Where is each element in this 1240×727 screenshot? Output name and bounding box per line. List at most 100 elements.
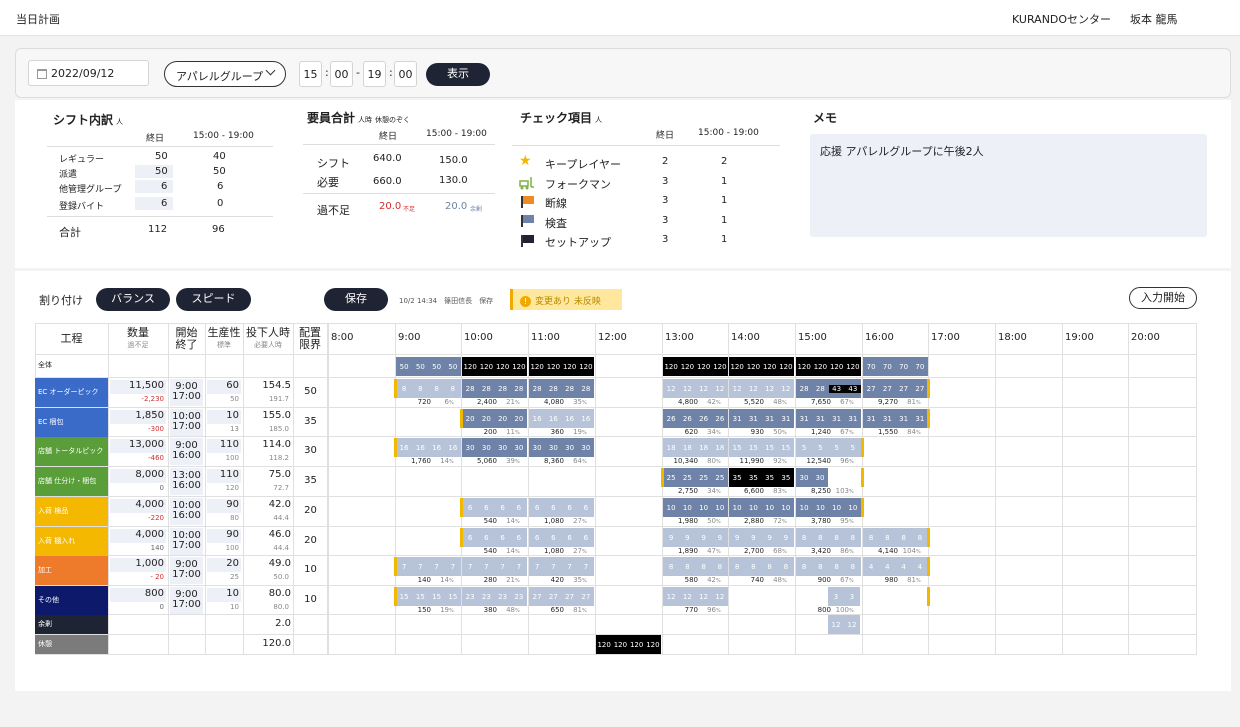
schedule-block[interactable]: 28 28 28 28: [462, 379, 527, 398]
show-button[interactable]: 表示: [426, 63, 490, 86]
schedule-block[interactable]: 8 8 8 8: [729, 557, 794, 576]
schedule-block[interactable]: 25 25 25 25: [663, 468, 728, 487]
schedule-block[interactable]: 7 7 7 7: [529, 557, 594, 576]
process-label[interactable]: EC 梱包: [35, 408, 108, 437]
end-time[interactable]: 16:00: [170, 509, 203, 523]
quantity-input[interactable]: 8,000: [110, 469, 166, 483]
schedule-block[interactable]: 15 15 15 15: [396, 587, 461, 606]
schedule-block[interactable]: 33: [828, 587, 860, 606]
schedule-block[interactable]: 6 6 6 6: [462, 498, 527, 517]
schedule-block[interactable]: 23 23 23 23: [462, 587, 527, 606]
user-name[interactable]: 坂本 龍馬: [1130, 11, 1178, 27]
quantity-input[interactable]: 1,850: [110, 410, 166, 424]
schedule-block[interactable]: 35 35 35 35: [729, 468, 794, 487]
schedule-block[interactable]: 28 28 43 43: [796, 379, 861, 398]
schedule-block[interactable]: 70 70 70 70: [863, 357, 928, 376]
schedule-block[interactable]: 16 16 16 16: [529, 409, 594, 428]
process-label[interactable]: その他: [35, 586, 108, 615]
balance-button[interactable]: バランス: [96, 288, 170, 311]
end-time[interactable]: 17:00: [170, 390, 203, 404]
quantity-input[interactable]: 4,000: [110, 499, 166, 513]
schedule-block[interactable]: 27 27 27 27: [863, 379, 928, 398]
schedule-block[interactable]: 8 8 8 8: [796, 528, 861, 547]
speed-button[interactable]: スピード: [176, 288, 251, 311]
schedule-block[interactable]: 10 10 10 10: [796, 498, 861, 517]
end-time[interactable]: 17:00: [170, 420, 203, 434]
schedule-block[interactable]: 30 30: [796, 468, 828, 487]
schedule-block[interactable]: 120 120 120 120: [462, 357, 527, 376]
schedule-block[interactable]: 120 120 120 120: [596, 635, 661, 654]
schedule-block[interactable]: 16 16 16 16: [396, 438, 461, 457]
schedule-block[interactable]: 7 7 7 7: [396, 557, 461, 576]
schedule-block[interactable]: 26 26 26 26: [663, 409, 728, 428]
date-input[interactable]: 2022/09/12: [28, 60, 149, 86]
schedule-block[interactable]: 27 27 27 27: [529, 587, 594, 606]
schedule-block[interactable]: 6 6 6 6: [462, 528, 527, 547]
end-time[interactable]: 17:00: [170, 568, 203, 582]
process-label[interactable]: EC オーダーピック: [35, 378, 108, 407]
schedule-block[interactable]: 10 10 10 10: [663, 498, 728, 517]
end-minute-input[interactable]: 00: [394, 61, 417, 87]
schedule-block[interactable]: 28 28 28 28: [529, 379, 594, 398]
productivity-input[interactable]: 90: [207, 529, 241, 543]
start-input-button[interactable]: 入力開始: [1129, 287, 1197, 309]
quantity-input[interactable]: 1,000: [110, 558, 166, 572]
productivity-input[interactable]: 10: [207, 588, 241, 602]
process-label[interactable]: 入荷 棚入れ: [35, 527, 108, 556]
productivity-input[interactable]: 110: [207, 469, 241, 483]
process-label[interactable]: 入荷 検品: [35, 497, 108, 526]
process-label[interactable]: 店舗 仕分け・梱包: [35, 467, 108, 496]
group-select[interactable]: アパレルグループ: [164, 61, 286, 87]
productivity-input[interactable]: 110: [207, 439, 241, 453]
start-hour-input[interactable]: 15: [299, 61, 322, 87]
end-time[interactable]: 16:00: [170, 449, 203, 463]
schedule-block[interactable]: 15 15 15 15: [729, 438, 794, 457]
schedule-block[interactable]: 120 120 120 120: [663, 357, 728, 376]
end-time[interactable]: 17:00: [170, 539, 203, 553]
schedule-block[interactable]: 8 8 8 8: [863, 528, 928, 547]
schedule-block[interactable]: 18 18 18 18: [663, 438, 728, 457]
quantity-input[interactable]: 4,000: [110, 529, 166, 543]
schedule-block[interactable]: 8 8 8 8: [396, 379, 461, 398]
schedule-block[interactable]: 6 6 6 6: [529, 498, 594, 517]
productivity-input[interactable]: 10: [207, 410, 241, 424]
schedule-block[interactable]: 31 31 31 31: [729, 409, 794, 428]
center-name[interactable]: KURANDOセンター: [1012, 11, 1111, 27]
schedule-block[interactable]: 12 12 12 12: [663, 587, 728, 606]
schedule-block[interactable]: 120 120 120 120: [529, 357, 594, 376]
productivity-input[interactable]: 20: [207, 558, 241, 572]
schedule-block[interactable]: 12 12 12 12: [663, 379, 728, 398]
schedule-block[interactable]: 9 9 9 9: [663, 528, 728, 547]
schedule-block[interactable]: 6 6 6 6: [529, 528, 594, 547]
memo-textarea[interactable]: 応援 アパレルグループに午後2人: [810, 134, 1207, 237]
schedule-block[interactable]: 30 30 30 30: [462, 438, 527, 457]
schedule-block[interactable]: 31 31 31 31: [863, 409, 928, 428]
schedule-block[interactable]: 12 12 12 12: [729, 379, 794, 398]
schedule-block[interactable]: 5 5 5 5: [796, 438, 861, 457]
schedule-block[interactable]: 4 4 4 4: [863, 557, 928, 576]
quantity-input[interactable]: 11,500: [110, 380, 166, 394]
quantity-input[interactable]: 13,000: [110, 439, 166, 453]
schedule-block[interactable]: 10 10 10 10: [729, 498, 794, 517]
end-time[interactable]: 17:00: [170, 598, 203, 612]
end-time[interactable]: 16:00: [170, 479, 203, 493]
schedule-block[interactable]: 31 31 31 31: [796, 409, 861, 428]
save-button[interactable]: 保存: [324, 288, 388, 311]
schedule-block[interactable]: 50 50 50 50: [396, 357, 461, 376]
process-label[interactable]: 加工: [35, 556, 108, 585]
schedule-block[interactable]: 20 20 20 20: [462, 409, 527, 428]
schedule-block[interactable]: 9 9 9 9: [729, 528, 794, 547]
quantity-input[interactable]: 800: [110, 588, 166, 602]
schedule-block[interactable]: 8 8 8 8: [663, 557, 728, 576]
start-minute-input[interactable]: 00: [330, 61, 353, 87]
schedule-block[interactable]: 7 7 7 7: [462, 557, 527, 576]
schedule-block[interactable]: 8 8 8 8: [796, 557, 861, 576]
process-label[interactable]: 店舗 トータルピック: [35, 437, 108, 466]
schedule-block[interactable]: 120 120 120 120: [796, 357, 861, 376]
schedule-block[interactable]: 30 30 30 30: [529, 438, 594, 457]
schedule-block[interactable]: 120 120 120 120: [729, 357, 794, 376]
end-hour-input[interactable]: 19: [363, 61, 386, 87]
productivity-input[interactable]: 90: [207, 499, 241, 513]
productivity-input[interactable]: 60: [207, 380, 241, 394]
schedule-block[interactable]: 12 12: [828, 615, 860, 634]
